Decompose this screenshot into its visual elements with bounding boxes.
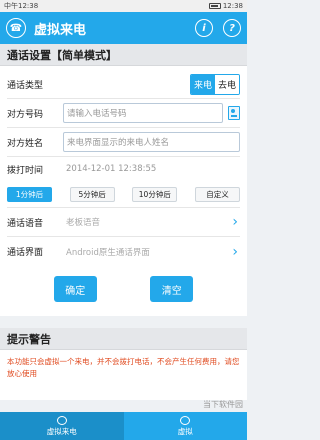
status-icons: 12:38	[208, 2, 243, 10]
phone-number-input[interactable]: 请输入电话号码	[63, 103, 223, 123]
battery-icon	[208, 3, 221, 9]
quick-time-chips: 1分钟后 5分钟后 10分钟后 自定义	[7, 181, 240, 208]
call-type-label: 通话类型	[7, 80, 44, 91]
warning-text: 本功能只会虚拟一个来电，并不会拨打电话，不会产生任何费用，请您放心使用	[0, 350, 247, 400]
number-label: 对方号码	[7, 109, 44, 120]
phone-logo-icon: ☎	[6, 18, 26, 38]
status-bar: 中午12:38 12:38	[0, 0, 247, 12]
bottom-tab-bar: 虚拟来电 虚拟	[0, 412, 247, 440]
tab-virtual-call[interactable]: 虚拟来电	[0, 412, 124, 440]
app-bar: ☎ 虚拟来电 i ?	[0, 12, 247, 44]
chip-1-minute[interactable]: 1分钟后	[7, 187, 52, 202]
phone-tab-icon	[56, 415, 67, 425]
contacts-icon[interactable]	[228, 106, 240, 120]
chip-custom[interactable]: 自定义	[194, 187, 240, 202]
ui-label: 通话界面	[7, 248, 44, 258]
tab-label: 虚拟	[177, 426, 193, 436]
tab-virtual-other[interactable]: 虚拟	[124, 412, 248, 440]
tab-label: 虚拟来电	[46, 426, 77, 436]
watermark: 当下软件园	[203, 400, 243, 409]
chevron-right-icon: ›	[232, 243, 238, 260]
caller-name-input[interactable]: 来电界面显示的来电人姓名	[63, 132, 240, 152]
help-button[interactable]: ?	[223, 19, 241, 37]
ui-value: Android原生通话界面	[66, 247, 150, 258]
name-row: 对方姓名 来电界面显示的来电人姓名	[7, 128, 240, 157]
name-label: 对方姓名	[7, 138, 44, 149]
clear-button[interactable]: 清空	[150, 276, 194, 302]
action-buttons: 确定 清空	[7, 266, 240, 310]
incoming-call-option[interactable]: 来电	[190, 74, 215, 94]
dial-time-value[interactable]: 2014-12-01 12:38:55	[66, 164, 156, 174]
dial-time-label: 拨打时间	[7, 165, 44, 176]
number-row: 对方号码 请输入电话号码	[7, 99, 240, 128]
status-time-right: 12:38	[222, 2, 243, 10]
chevron-right-icon: ›	[232, 214, 238, 230]
app-title: 虚拟来电	[34, 22, 87, 38]
settings-section-title: 通话设置【简单模式】	[0, 44, 247, 66]
voice-label: 通话语音	[7, 218, 44, 229]
status-time-left: 中午12:38	[4, 2, 39, 10]
ui-row[interactable]: 通话界面 Android原生通话界面 ›	[7, 237, 240, 266]
warning-section-title: 提示警告	[0, 328, 247, 350]
dial-time-row: 拨打时间 2014-12-01 12:38:55	[7, 157, 240, 181]
chip-10-minutes[interactable]: 10分钟后	[132, 187, 178, 202]
info-button[interactable]: i	[195, 19, 213, 37]
chip-5-minutes[interactable]: 5分钟后	[69, 187, 115, 202]
outgoing-call-option[interactable]: 去电	[214, 74, 239, 94]
call-type-row: 通话类型 来电 去电	[7, 70, 240, 99]
settings-card: 通话类型 来电 去电 对方号码 请输入电话号码 对方姓名 来电界面显示的来电人姓…	[0, 66, 247, 316]
voice-value: 老板语音	[66, 218, 101, 228]
voice-row[interactable]: 通话语音 老板语音 ›	[7, 208, 240, 237]
confirm-button[interactable]: 确定	[53, 276, 97, 302]
message-tab-icon	[180, 415, 191, 425]
call-type-toggle[interactable]: 来电 去电	[189, 73, 240, 95]
